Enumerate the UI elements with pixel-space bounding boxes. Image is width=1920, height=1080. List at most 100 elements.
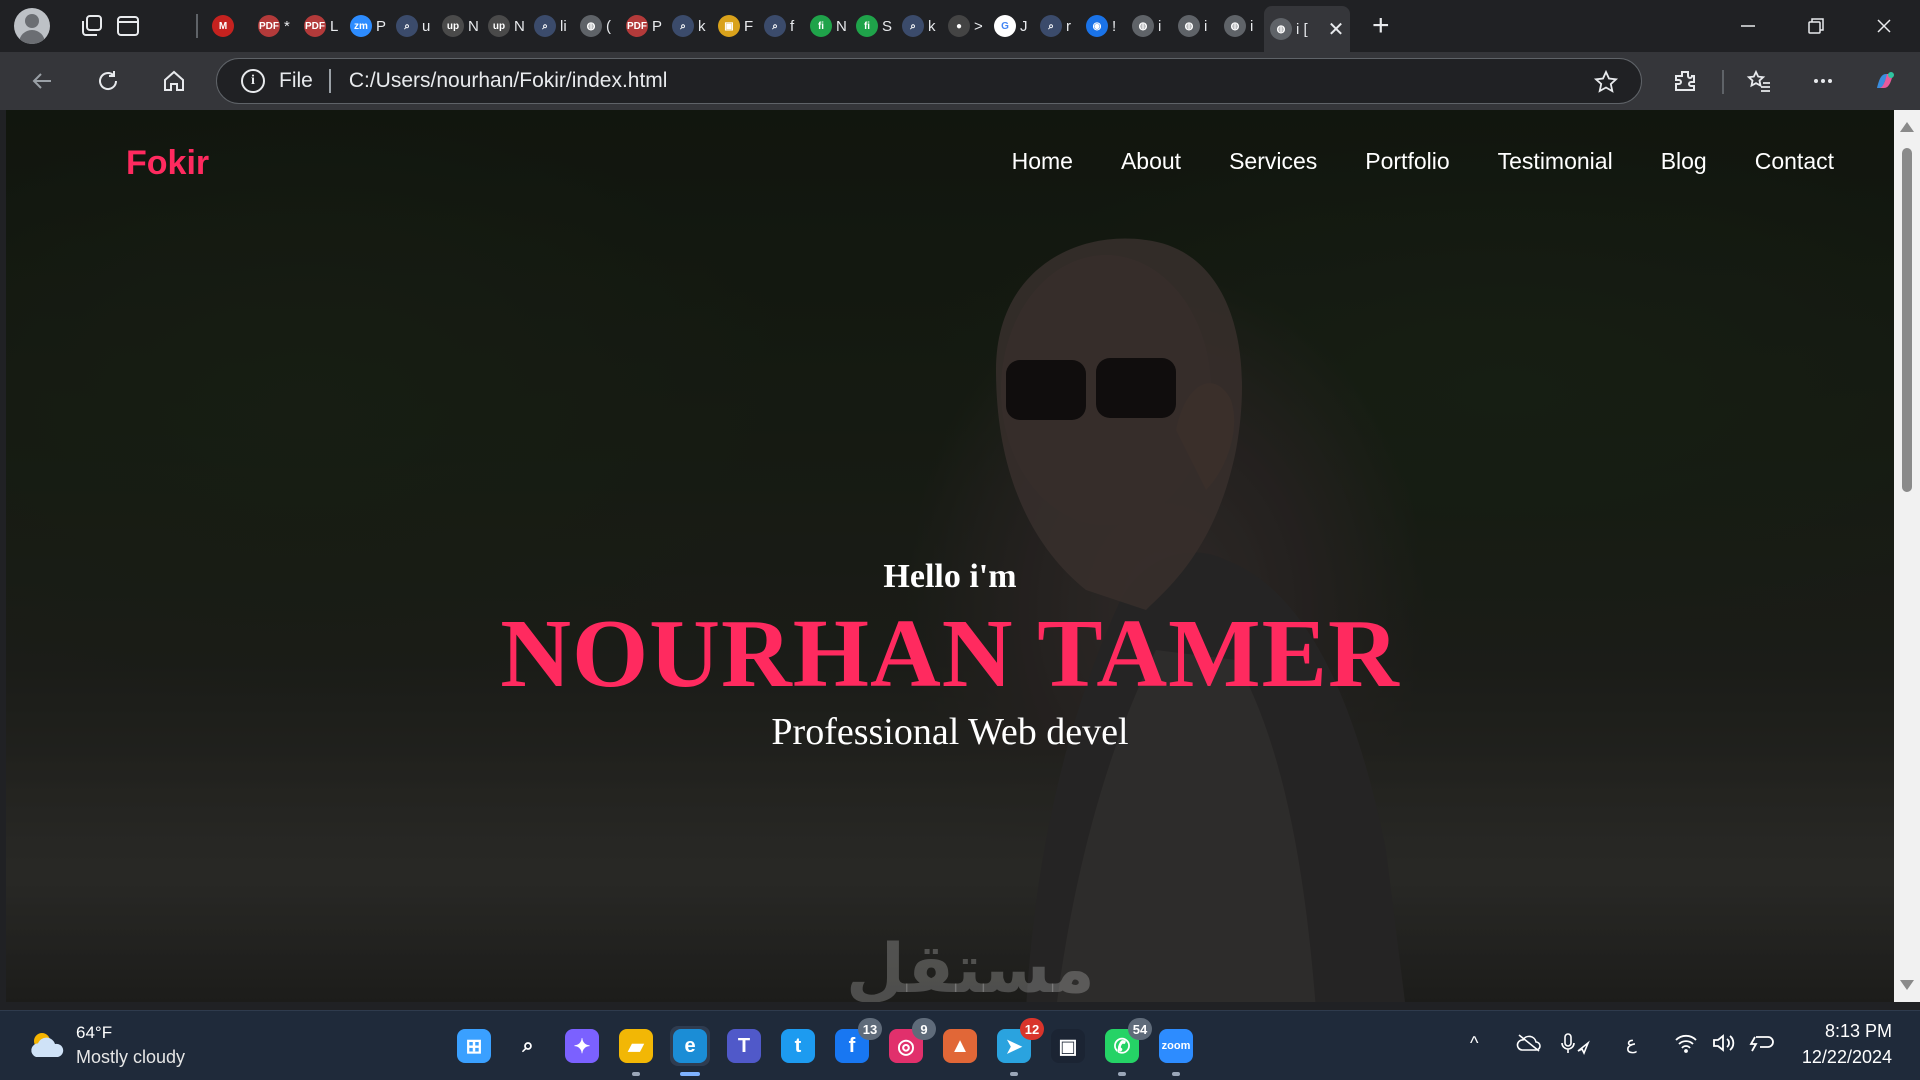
microphone-icon[interactable]: [1560, 1033, 1590, 1060]
twitter-icon-glyph: t: [781, 1029, 815, 1063]
page-scrollbar[interactable]: [1894, 110, 1920, 1002]
wifi-icon[interactable]: [1674, 1033, 1698, 1058]
browser-tab[interactable]: fi N: [804, 6, 850, 46]
tab-list: M PDF * PDF Lzm P ⌕ u up Nup N ⌕ li ◍(PDF P ⌕ k ▣ F ⌕ f fi Nfi…: [206, 6, 1596, 52]
address-bar[interactable]: i File C:/Users/nourhan/Fokir/index.html: [216, 58, 1642, 104]
edge-icon[interactable]: e: [670, 1026, 710, 1076]
browser-tab[interactable]: ◍(: [574, 6, 620, 46]
matlab-icon[interactable]: ▲: [940, 1026, 980, 1066]
reload-button[interactable]: [92, 65, 124, 97]
browser-tab[interactable]: PDF L: [298, 6, 344, 46]
matlab-icon-glyph: ▲: [943, 1029, 977, 1063]
nav-link-about[interactable]: About: [1121, 148, 1181, 175]
browser-tab[interactable]: GJ: [988, 6, 1034, 46]
facebook-icon[interactable]: f 13: [832, 1018, 882, 1066]
browser-tab[interactable]: ⌕ f: [758, 6, 804, 46]
hero-role: Professional Web devel: [771, 711, 1129, 753]
tab-title: !: [1112, 17, 1117, 35]
favorite-star-icon[interactable]: [1593, 69, 1619, 95]
minimize-button[interactable]: [1728, 10, 1768, 42]
notification-badge: 9: [912, 1018, 936, 1040]
browser-tab[interactable]: PDF *: [252, 6, 298, 46]
nav-link-contact[interactable]: Contact: [1755, 148, 1834, 175]
restore-button[interactable]: [1796, 10, 1836, 42]
browser-tab[interactable]: ◍ i: [1218, 6, 1264, 46]
home-button[interactable]: [158, 65, 190, 97]
browser-tab[interactable]: up N: [436, 6, 482, 46]
browser-tab[interactable]: ⌕ k: [666, 6, 712, 46]
tray-overflow-chevron[interactable]: ^: [1470, 1033, 1478, 1054]
tab-title: li: [560, 17, 567, 35]
search-icon[interactable]: ⌕: [508, 1026, 548, 1066]
nav-link-blog[interactable]: Blog: [1661, 148, 1707, 175]
site-logo[interactable]: Fokir: [126, 144, 209, 183]
tab-title: F: [744, 17, 754, 35]
scroll-up-arrow[interactable]: [1900, 122, 1914, 132]
teams-icon[interactable]: T: [724, 1026, 764, 1066]
volume-icon[interactable]: [1712, 1033, 1738, 1058]
tab-title: i: [1158, 17, 1162, 35]
browser-tab[interactable]: ⌕ u: [390, 6, 436, 46]
browser-tab[interactable]: ◉!: [1080, 6, 1126, 46]
gmail-icon: M: [212, 15, 234, 37]
close-tab-icon[interactable]: ✕: [1326, 17, 1346, 42]
close-window-button[interactable]: [1864, 10, 1904, 42]
weather-description[interactable]: Mostly cloudy: [76, 1047, 185, 1068]
browser-toolbar: i File C:/Users/nourhan/Fokir/index.html: [0, 52, 1920, 110]
hero-dark-overlay: [6, 110, 1894, 1002]
start-icon[interactable]: ⊞: [454, 1026, 494, 1066]
favorites-icon[interactable]: [1744, 66, 1774, 96]
pdf-icon: PDF: [304, 15, 326, 37]
browser-tab[interactable]: ◍ i: [1172, 6, 1218, 46]
running-indicator: [1010, 1072, 1018, 1076]
browser-tab[interactable]: ◍ i: [1126, 6, 1172, 46]
clock-time[interactable]: 8:13 PM: [1825, 1021, 1892, 1042]
browser-tab[interactable]: ⌕ r: [1034, 6, 1080, 46]
back-button[interactable]: [26, 65, 58, 97]
telegram-icon[interactable]: ➤ 12: [994, 1018, 1044, 1076]
active-browser-tab[interactable]: ◍ i [✕: [1264, 6, 1350, 52]
tab-actions-icon[interactable]: [114, 12, 142, 40]
zoom-icon[interactable]: zoom: [1156, 1026, 1196, 1076]
search-icon: ⌕: [764, 15, 786, 37]
recorder-icon[interactable]: ▣: [1048, 1026, 1088, 1066]
input-language[interactable]: ع: [1626, 1033, 1637, 1054]
browser-tab[interactable]: up N: [482, 6, 528, 46]
extensions-icon[interactable]: [1670, 66, 1700, 96]
browser-tab[interactable]: ● >: [942, 6, 988, 46]
address-url[interactable]: C:/Users/nourhan/Fokir/index.html: [349, 69, 668, 93]
browser-tab[interactable]: ⌕ li: [528, 6, 574, 46]
copilot-icon[interactable]: [1870, 66, 1900, 96]
browser-tab[interactable]: ▣ F: [712, 6, 758, 46]
site-info-icon[interactable]: i: [241, 69, 265, 93]
weather-temperature[interactable]: 64°F: [76, 1023, 112, 1043]
scroll-down-arrow[interactable]: [1900, 980, 1914, 990]
browser-tab[interactable]: ⌕ k: [896, 6, 942, 46]
file-explorer-icon[interactable]: ▰: [616, 1026, 656, 1076]
clock-date[interactable]: 12/22/2024: [1802, 1047, 1892, 1068]
browser-tab[interactable]: M: [206, 6, 252, 46]
profile-avatar[interactable]: [14, 8, 50, 44]
notification-badge: 12: [1020, 1018, 1044, 1040]
instagram-icon[interactable]: ◎ 9: [886, 1018, 936, 1066]
workspaces-icon[interactable]: [78, 12, 106, 40]
running-indicator: [1118, 1072, 1126, 1076]
new-tab-button[interactable]: +: [1372, 11, 1390, 41]
nav-link-testimonial[interactable]: Testimonial: [1498, 148, 1613, 175]
browser-tab[interactable]: zm P: [344, 6, 390, 46]
copilot-icon[interactable]: ✦: [562, 1026, 602, 1066]
onedrive-icon[interactable]: [1516, 1033, 1542, 1058]
globe-icon: ◍: [580, 15, 602, 37]
whatsapp-icon[interactable]: ✆ 54: [1102, 1018, 1152, 1076]
twitter-icon[interactable]: t: [778, 1026, 818, 1066]
weather-cloud-sun-icon[interactable]: [26, 1027, 68, 1063]
browser-tab[interactable]: fi S: [850, 6, 896, 46]
browser-tab[interactable]: PDF P: [620, 6, 666, 46]
nav-link-portfolio[interactable]: Portfolio: [1365, 148, 1449, 175]
more-menu-icon[interactable]: [1808, 66, 1838, 96]
scroll-thumb[interactable]: [1902, 148, 1912, 492]
nav-link-home[interactable]: Home: [1012, 148, 1073, 175]
avatar-icon: ●: [948, 15, 970, 37]
nav-link-services[interactable]: Services: [1229, 148, 1317, 175]
battery-charging-icon[interactable]: [1748, 1033, 1776, 1058]
